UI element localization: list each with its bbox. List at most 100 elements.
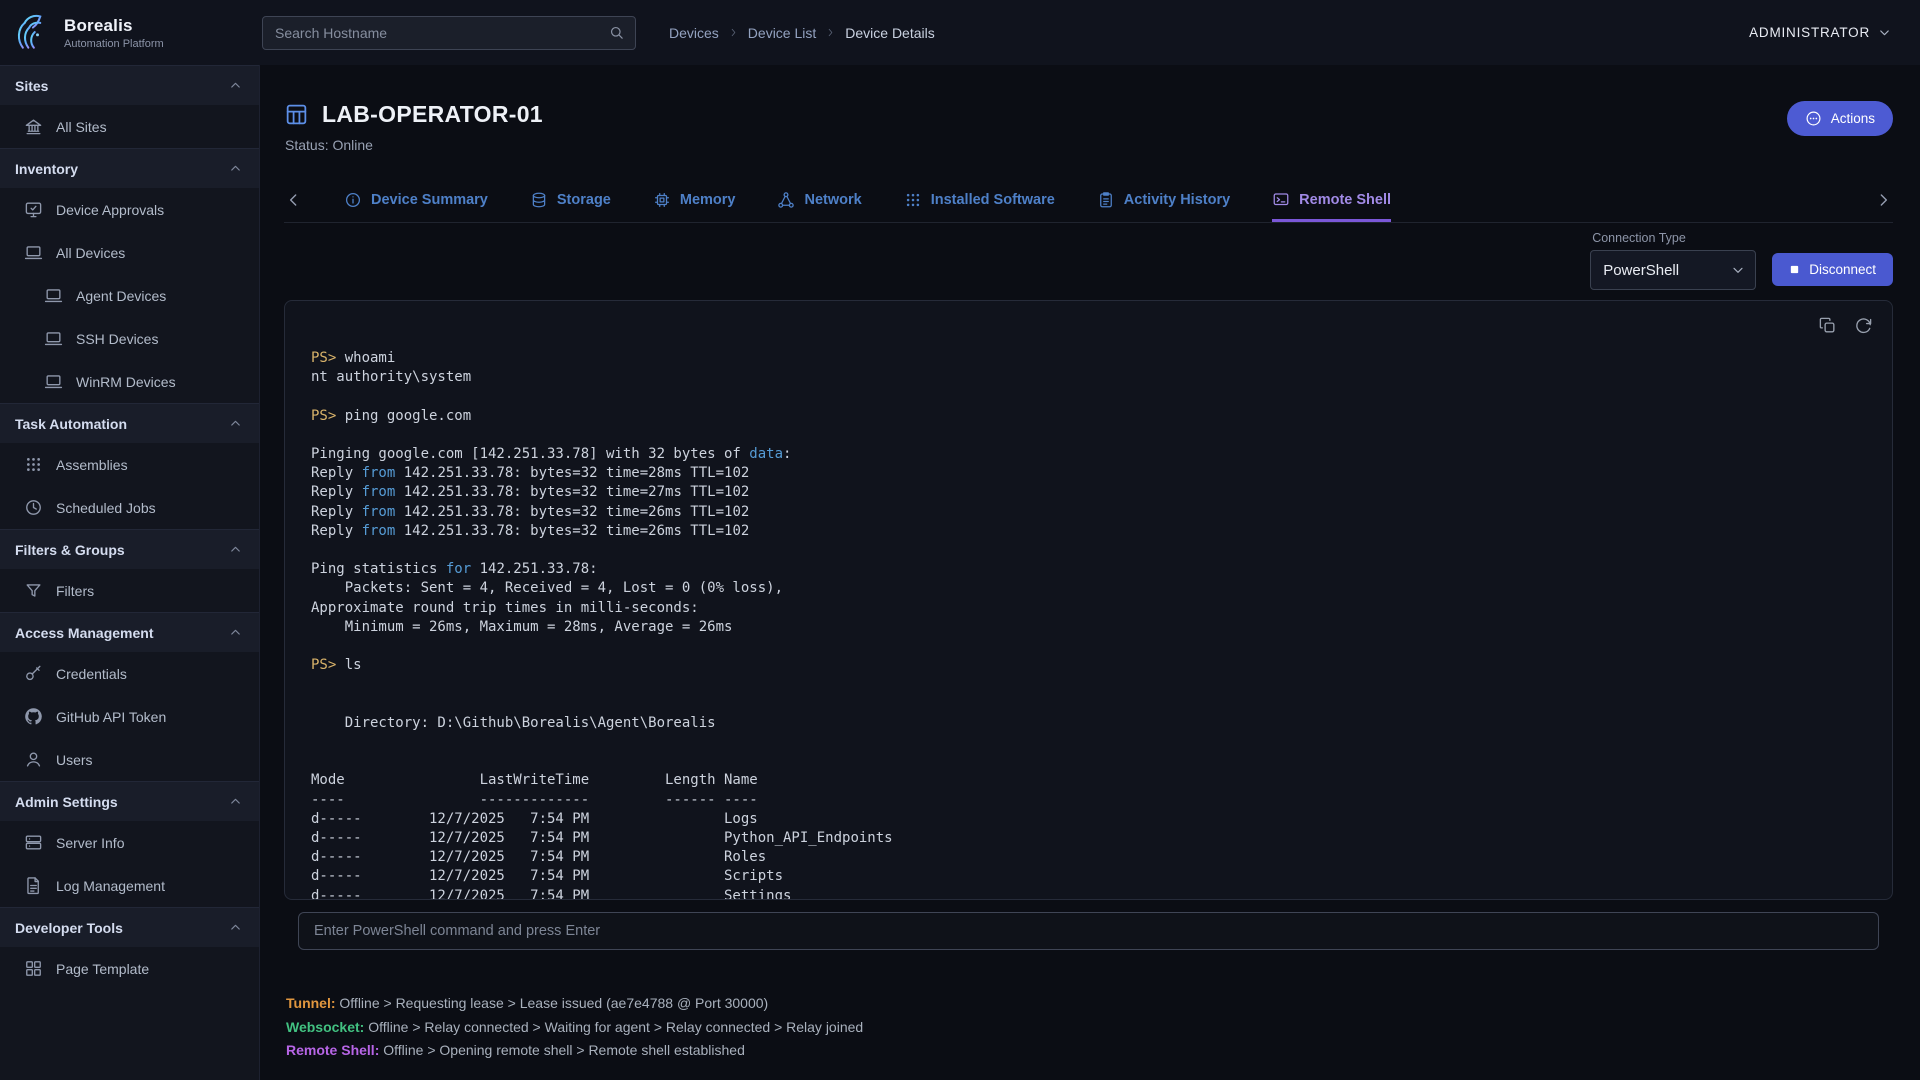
user-menu[interactable]: ADMINISTRATOR <box>1749 25 1892 40</box>
chevron-up-icon <box>228 78 243 93</box>
tab-label: Remote Shell <box>1299 192 1391 208</box>
terminal-line: Minimum = 26ms, Maximum = 28ms, Average … <box>311 618 1868 637</box>
connection-type-select[interactable]: PowerShell <box>1590 250 1756 290</box>
sidebar-item-assemblies[interactable]: Assemblies <box>0 443 259 486</box>
chevron-right-icon <box>1873 190 1893 210</box>
sidebar-item-all-devices[interactable]: All Devices <box>0 231 259 274</box>
sidebar-item-credentials[interactable]: Credentials <box>0 652 259 695</box>
tab-installed-software[interactable]: Installed Software <box>904 177 1055 222</box>
sidebar-section-filters-groups[interactable]: Filters & Groups <box>0 529 259 569</box>
sidebar-item-winrm-devices[interactable]: WinRM Devices <box>0 360 259 403</box>
terminal-line: d----- 12/7/2025 7:54 PM Scripts <box>311 867 1868 886</box>
tab-memory[interactable]: Memory <box>653 177 736 222</box>
copy-icon[interactable] <box>1818 316 1837 335</box>
stop-icon <box>1789 264 1800 275</box>
breadcrumb-device-list[interactable]: Device List <box>748 25 816 41</box>
tab-label: Activity History <box>1124 192 1230 208</box>
terminal-line <box>311 752 1868 771</box>
terminal-line <box>311 733 1868 752</box>
terminal-line: Reply from 142.251.33.78: bytes=32 time=… <box>311 503 1868 522</box>
sidebar-item-github-api-token[interactable]: GitHub API Token <box>0 695 259 738</box>
tab-storage[interactable]: Storage <box>530 177 611 222</box>
sidebar-item-log-management[interactable]: Log Management <box>0 864 259 907</box>
terminal-line: PS> ping google.com <box>311 407 1868 426</box>
sidebar: SitesAll SitesInventoryDevice ApprovalsA… <box>0 65 260 1080</box>
sidebar-item-ssh-devices[interactable]: SSH Devices <box>0 317 259 360</box>
sidebar-section-task-automation[interactable]: Task Automation <box>0 403 259 443</box>
breadcrumb-device-details[interactable]: Device Details <box>845 25 934 41</box>
tab-network[interactable]: Network <box>777 177 861 222</box>
tabs-scroll-right-button[interactable] <box>1873 190 1893 210</box>
key-icon <box>24 664 43 683</box>
terminal-line: Ping statistics for 142.251.33.78: <box>311 560 1868 579</box>
sidebar-item-filters[interactable]: Filters <box>0 569 259 612</box>
chevron-up-icon <box>228 416 243 431</box>
laptop-icon <box>44 329 63 348</box>
terminal-line: Packets: Sent = 4, Received = 4, Lost = … <box>311 579 1868 598</box>
sidebar-item-label: Agent Devices <box>76 288 166 304</box>
hostname-search[interactable] <box>262 16 636 50</box>
sidebar-section-sites[interactable]: Sites <box>0 65 259 105</box>
disconnect-button[interactable]: Disconnect <box>1772 253 1893 286</box>
terminal-line: Pinging google.com [142.251.33.78] with … <box>311 445 1868 464</box>
device-icon <box>284 102 309 127</box>
top-header: Borealis Automation Platform Devices Devi… <box>0 0 1920 65</box>
sidebar-item-page-template[interactable]: Page Template <box>0 947 259 990</box>
terminal-line: Reply from 142.251.33.78: bytes=32 time=… <box>311 464 1868 483</box>
tab-label: Installed Software <box>931 192 1055 208</box>
sidebar-item-label: Server Info <box>56 835 124 851</box>
laptop-icon <box>24 243 43 262</box>
connection-type-value: PowerShell <box>1603 262 1679 279</box>
refresh-icon[interactable] <box>1854 316 1873 335</box>
storage-icon <box>530 191 548 209</box>
terminal-line: d----- 12/7/2025 7:54 PM Settings <box>311 887 1868 900</box>
sidebar-section-access-management[interactable]: Access Management <box>0 612 259 652</box>
sidebar-item-label: Filters <box>56 583 94 599</box>
terminal-line: d----- 12/7/2025 7:54 PM Logs <box>311 810 1868 829</box>
tab-bar: Device Summary Storage Memory Network Instal… <box>284 177 1893 223</box>
connection-controls: Connection Type PowerShell Disconnect <box>284 231 1893 290</box>
sidebar-section-inventory[interactable]: Inventory <box>0 148 259 188</box>
terminal-line <box>311 695 1868 714</box>
sidebar-item-label: Users <box>56 752 93 768</box>
sidebar-item-scheduled-jobs[interactable]: Scheduled Jobs <box>0 486 259 529</box>
brand-area[interactable]: Borealis Automation Platform <box>0 11 260 55</box>
tabs-scroll-left-button[interactable] <box>284 190 304 210</box>
command-input[interactable] <box>298 912 1879 950</box>
sidebar-section-label: Inventory <box>15 161 78 177</box>
sidebar-item-agent-devices[interactable]: Agent Devices <box>0 274 259 317</box>
terminal-panel[interactable]: PS> whoamint authority\system PS> ping g… <box>284 300 1893 900</box>
memory-icon <box>653 191 671 209</box>
status-label: Tunnel: <box>286 995 336 1011</box>
brand-subtitle: Automation Platform <box>64 38 164 50</box>
chevron-up-icon <box>228 794 243 809</box>
tab-activity-history[interactable]: Activity History <box>1097 177 1230 222</box>
tab-device-summary[interactable]: Device Summary <box>344 177 488 222</box>
terminal-icon <box>1272 191 1290 209</box>
user-menu-label: ADMINISTRATOR <box>1749 25 1870 40</box>
sidebar-section-label: Developer Tools <box>15 920 123 936</box>
sidebar-item-all-sites[interactable]: All Sites <box>0 105 259 148</box>
tab-label: Device Summary <box>371 192 488 208</box>
chevron-left-icon <box>284 190 304 210</box>
tab-remote-shell[interactable]: Remote Shell <box>1272 177 1391 222</box>
search-icon[interactable] <box>608 24 625 41</box>
sidebar-item-label: All Sites <box>56 119 107 135</box>
sidebar-item-device-approvals[interactable]: Device Approvals <box>0 188 259 231</box>
brand-name: Borealis <box>64 16 164 36</box>
sidebar-section-admin-settings[interactable]: Admin Settings <box>0 781 259 821</box>
terminal-line: d----- 12/7/2025 7:54 PM Roles <box>311 848 1868 867</box>
sidebar-item-server-info[interactable]: Server Info <box>0 821 259 864</box>
sidebar-section-developer-tools[interactable]: Developer Tools <box>0 907 259 947</box>
breadcrumb-devices[interactable]: Devices <box>669 25 719 41</box>
connection-type-label: Connection Type <box>1590 231 1756 245</box>
laptop-icon <box>44 372 63 391</box>
status-text: Offline > Opening remote shell > Remote … <box>379 1042 745 1058</box>
search-input[interactable] <box>275 25 608 41</box>
sidebar-item-users[interactable]: Users <box>0 738 259 781</box>
chevron-up-icon <box>228 920 243 935</box>
sites-icon <box>24 117 43 136</box>
terminal-line: Reply from 142.251.33.78: bytes=32 time=… <box>311 483 1868 502</box>
actions-button[interactable]: Actions <box>1787 101 1893 136</box>
tab-label: Memory <box>680 192 736 208</box>
